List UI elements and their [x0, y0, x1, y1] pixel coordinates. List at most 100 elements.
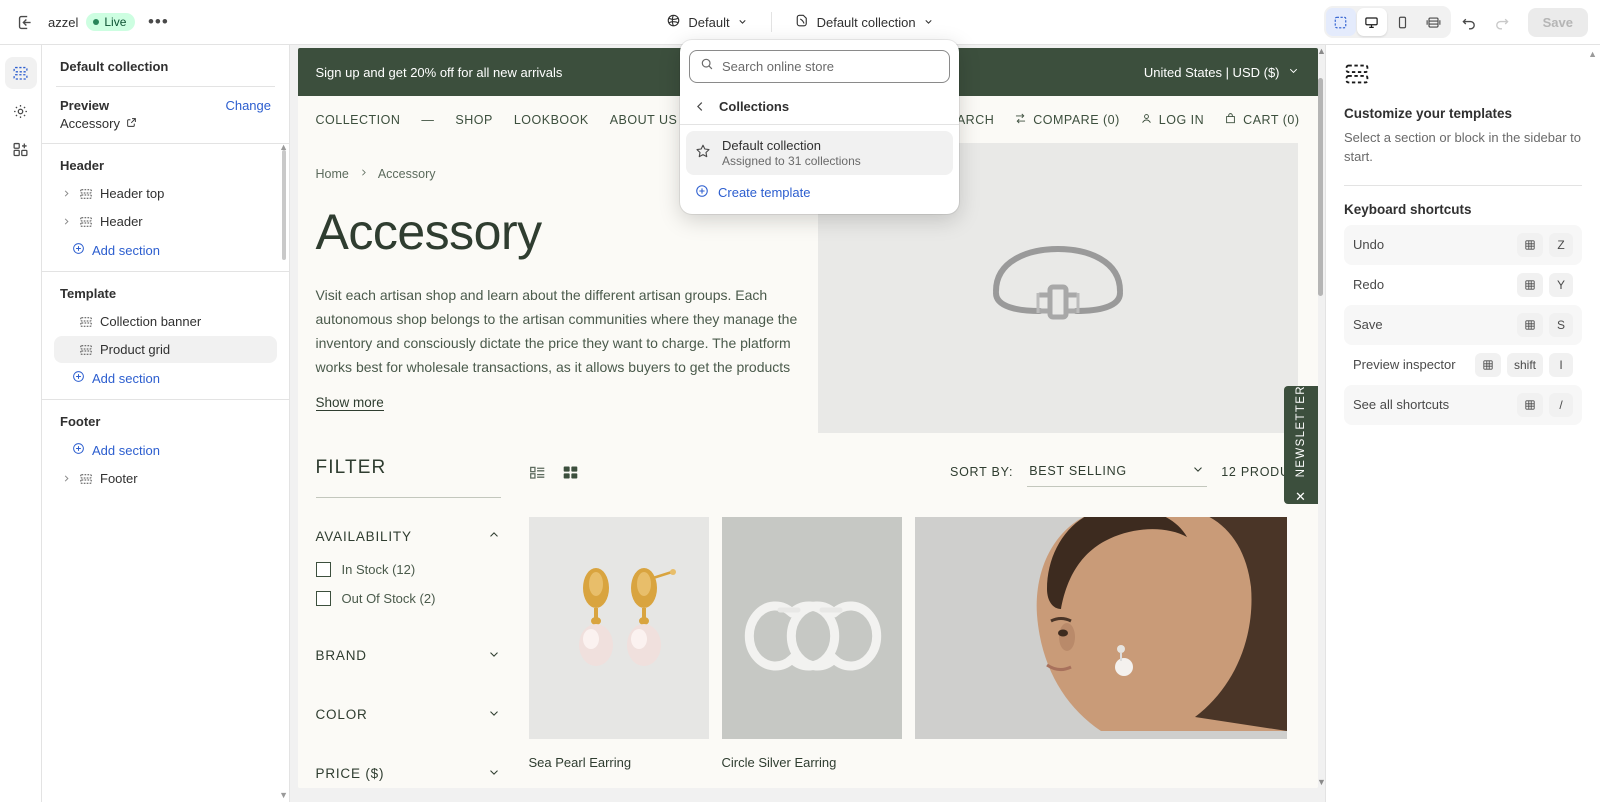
sidebar-item-footer[interactable]: Footer — [54, 465, 277, 492]
facet-label: BRAND — [315, 648, 367, 663]
nav-link-collection[interactable]: COLLECTION — [316, 113, 401, 127]
facet-price[interactable]: PRICE ($) — [316, 755, 501, 788]
add-section-label: Add section — [92, 242, 160, 258]
group-title: Template — [60, 286, 117, 301]
canvas-scroll-thumb[interactable] — [1318, 78, 1323, 296]
popover-item-title: Default collection — [722, 138, 821, 153]
shortcut-label: See all shortcuts — [1353, 397, 1450, 413]
search-input[interactable] — [722, 59, 939, 74]
bag-icon — [1224, 112, 1237, 128]
sidebar-item-header[interactable]: Header — [54, 208, 277, 235]
nav-link-lookbook[interactable]: LOOKBOOK — [514, 113, 589, 127]
settings-gear-icon[interactable] — [5, 95, 37, 127]
chevron-right-icon[interactable] — [60, 189, 72, 198]
chevron-down-icon — [923, 15, 934, 30]
nav-cart-label: CART (0) — [1243, 112, 1300, 127]
nav-link-login[interactable]: LOG IN — [1140, 112, 1204, 128]
nav-link-shop[interactable]: SHOP — [455, 113, 492, 127]
nav-link-about-us[interactable]: ABOUT US — [610, 113, 678, 127]
more-options-button[interactable]: ••• — [143, 7, 173, 37]
add-section-label: Add section — [92, 370, 160, 386]
product-card[interactable] — [914, 517, 1287, 770]
facet-label: COLOR — [315, 707, 368, 722]
sidebar-item-header-top[interactable]: Header top — [54, 180, 277, 207]
sidebar-scrollbar[interactable] — [282, 150, 286, 260]
canvas-scrollbar[interactable]: ▲ ▼ — [1317, 46, 1326, 787]
sort-select[interactable]: BEST SELLING — [1027, 457, 1208, 487]
add-section-button-template[interactable]: Add section — [54, 364, 277, 392]
checkbox-icon[interactable] — [315, 562, 331, 577]
nav-utility-links: SEARCH COMPARE (0) LOG IN CART (0) — [939, 112, 1299, 128]
status-badge[interactable]: Live — [86, 13, 136, 31]
save-button[interactable]: Save — [1527, 7, 1588, 37]
nav-link-compare[interactable]: COMPARE (0) — [1014, 112, 1120, 128]
shortcut-key: shift — [1506, 352, 1543, 377]
facet-label: PRICE ($) — [315, 766, 385, 781]
search-field[interactable] — [689, 50, 950, 83]
store-name[interactable]: azzel — [40, 15, 86, 30]
sidebar-item-product-grid[interactable]: Product grid — [54, 336, 277, 363]
product-card[interactable]: Sea Pearl Earring — [528, 517, 709, 770]
desktop-icon[interactable] — [1356, 8, 1387, 36]
facet-brand[interactable]: BRAND — [316, 637, 501, 674]
scroll-down-arrow[interactable]: ▼ — [279, 790, 288, 800]
sidebar-item-collection-banner[interactable]: Collection banner — [54, 308, 277, 335]
sidebar-group-template: Template Collection banner Product grid — [42, 271, 289, 399]
checkbox-icon[interactable] — [315, 591, 331, 606]
chevron-left-icon[interactable] — [694, 100, 707, 113]
product-list: Sea Pearl Earring Circle Silver Earring — [528, 517, 1300, 770]
exit-icon[interactable] — [10, 7, 40, 37]
chevron-right-icon[interactable] — [60, 217, 72, 226]
apps-icon[interactable] — [5, 133, 37, 165]
undo-icon[interactable] — [1454, 7, 1484, 37]
shortcut-key: S — [1549, 312, 1573, 337]
breadcrumb-home[interactable]: Home — [316, 167, 349, 181]
mobile-icon[interactable] — [1388, 8, 1418, 36]
redo-icon — [1487, 7, 1517, 37]
group-title: Header — [60, 158, 105, 173]
nav-link-cart[interactable]: CART (0) — [1224, 112, 1299, 128]
fullwidth-icon[interactable] — [1419, 8, 1449, 36]
gold-pearl-earrings-illustration — [578, 568, 676, 666]
device-preview-group — [1323, 6, 1451, 38]
group-title: Footer — [60, 414, 101, 429]
sidebar-item-label: Collection banner — [100, 314, 202, 329]
add-section-button-footer[interactable]: Add section — [54, 436, 277, 464]
preview-section: Preview Change Accessory — [42, 87, 289, 143]
close-icon[interactable]: ✕ — [1295, 489, 1306, 505]
shortcut-row-save: Save S — [1344, 304, 1582, 345]
show-more-link[interactable]: Show more — [315, 395, 384, 412]
sections-icon[interactable] — [4, 57, 37, 89]
facet-label: AVAILABILITY — [315, 529, 412, 544]
breadcrumb-accessory[interactable]: Accessory — [378, 167, 436, 181]
popover-item-default-collection[interactable]: Default collection Assigned to 31 collec… — [686, 131, 953, 175]
change-preview-link[interactable]: Change — [225, 98, 271, 113]
newsletter-label: NEWSLETTER — [1294, 384, 1307, 478]
template-selector[interactable]: Default collection — [786, 8, 943, 36]
facet-color[interactable]: COLOR — [316, 696, 501, 733]
toolbar-left-group: azzel Live ••• — [0, 7, 300, 37]
theme-selector[interactable]: Default — [657, 8, 756, 36]
cmd-icon — [1517, 312, 1543, 337]
checkbox-out-of-stock[interactable]: Out Of Stock (2) — [315, 584, 501, 613]
cmd-icon — [1517, 232, 1543, 257]
nav-compare-label: COMPARE (0) — [1033, 112, 1120, 127]
locale-selector[interactable]: United States | USD ($) — [1144, 64, 1300, 80]
shortcut-row-see-all[interactable]: See all shortcuts / — [1344, 384, 1582, 425]
shortcut-keys: shift I — [1474, 352, 1573, 377]
facet-availability[interactable]: AVAILABILITY — [316, 518, 501, 555]
product-card[interactable]: Circle Silver Earring — [721, 517, 902, 770]
create-template-button[interactable]: Create template — [686, 177, 953, 208]
section-icon — [79, 215, 93, 229]
grid-view-icon[interactable] — [562, 464, 579, 481]
shortcut-label: Save — [1353, 317, 1383, 333]
chevron-right-icon[interactable] — [60, 474, 72, 483]
panel-scroll-up-arrow[interactable]: ▲ — [1588, 49, 1597, 59]
preview-value[interactable]: Accessory — [60, 116, 271, 131]
checkbox-in-stock[interactable]: In Stock (12) — [315, 555, 501, 584]
cursor-select-icon[interactable] — [1325, 8, 1356, 36]
shortcut-row-undo: Undo Z — [1344, 224, 1582, 265]
list-view-icon[interactable] — [529, 464, 546, 481]
newsletter-tab[interactable]: NEWSLETTER ✕ — [1283, 384, 1318, 505]
add-section-button-header[interactable]: Add section — [54, 236, 277, 264]
